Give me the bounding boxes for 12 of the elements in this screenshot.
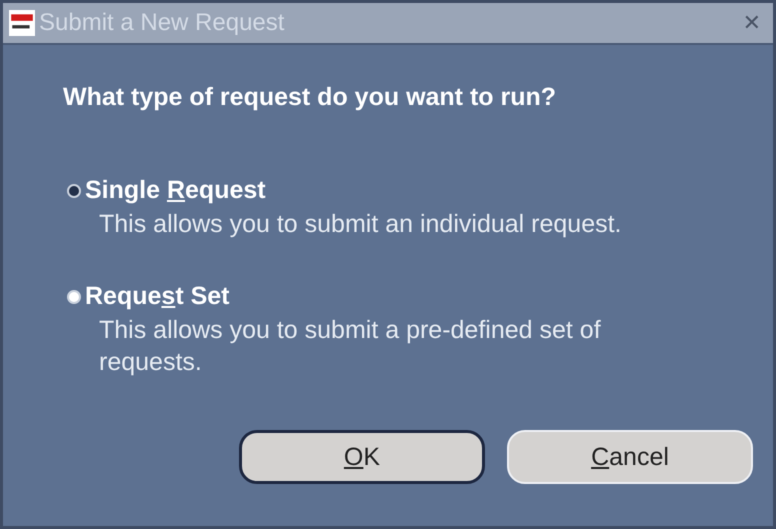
option-description: This allows you to submit an individual request. — [99, 209, 622, 240]
close-button[interactable]: ✕ — [738, 10, 765, 36]
app-logo-icon — [9, 10, 35, 36]
dialog-button[interactable]: Cancel — [507, 430, 753, 484]
radio-button[interactable] — [67, 290, 81, 304]
option-description: This allows you to submit a pre-defined set of requests. — [99, 315, 602, 378]
radio-button[interactable] — [67, 184, 81, 198]
question-text: What type of request do you want to run? — [63, 83, 558, 112]
option-label[interactable]: Request Set — [85, 282, 230, 312]
window-title: Submit a New Request — [39, 9, 286, 37]
dialog-button[interactable]: OK — [239, 430, 485, 484]
option-label[interactable]: Single Request — [85, 176, 266, 205]
